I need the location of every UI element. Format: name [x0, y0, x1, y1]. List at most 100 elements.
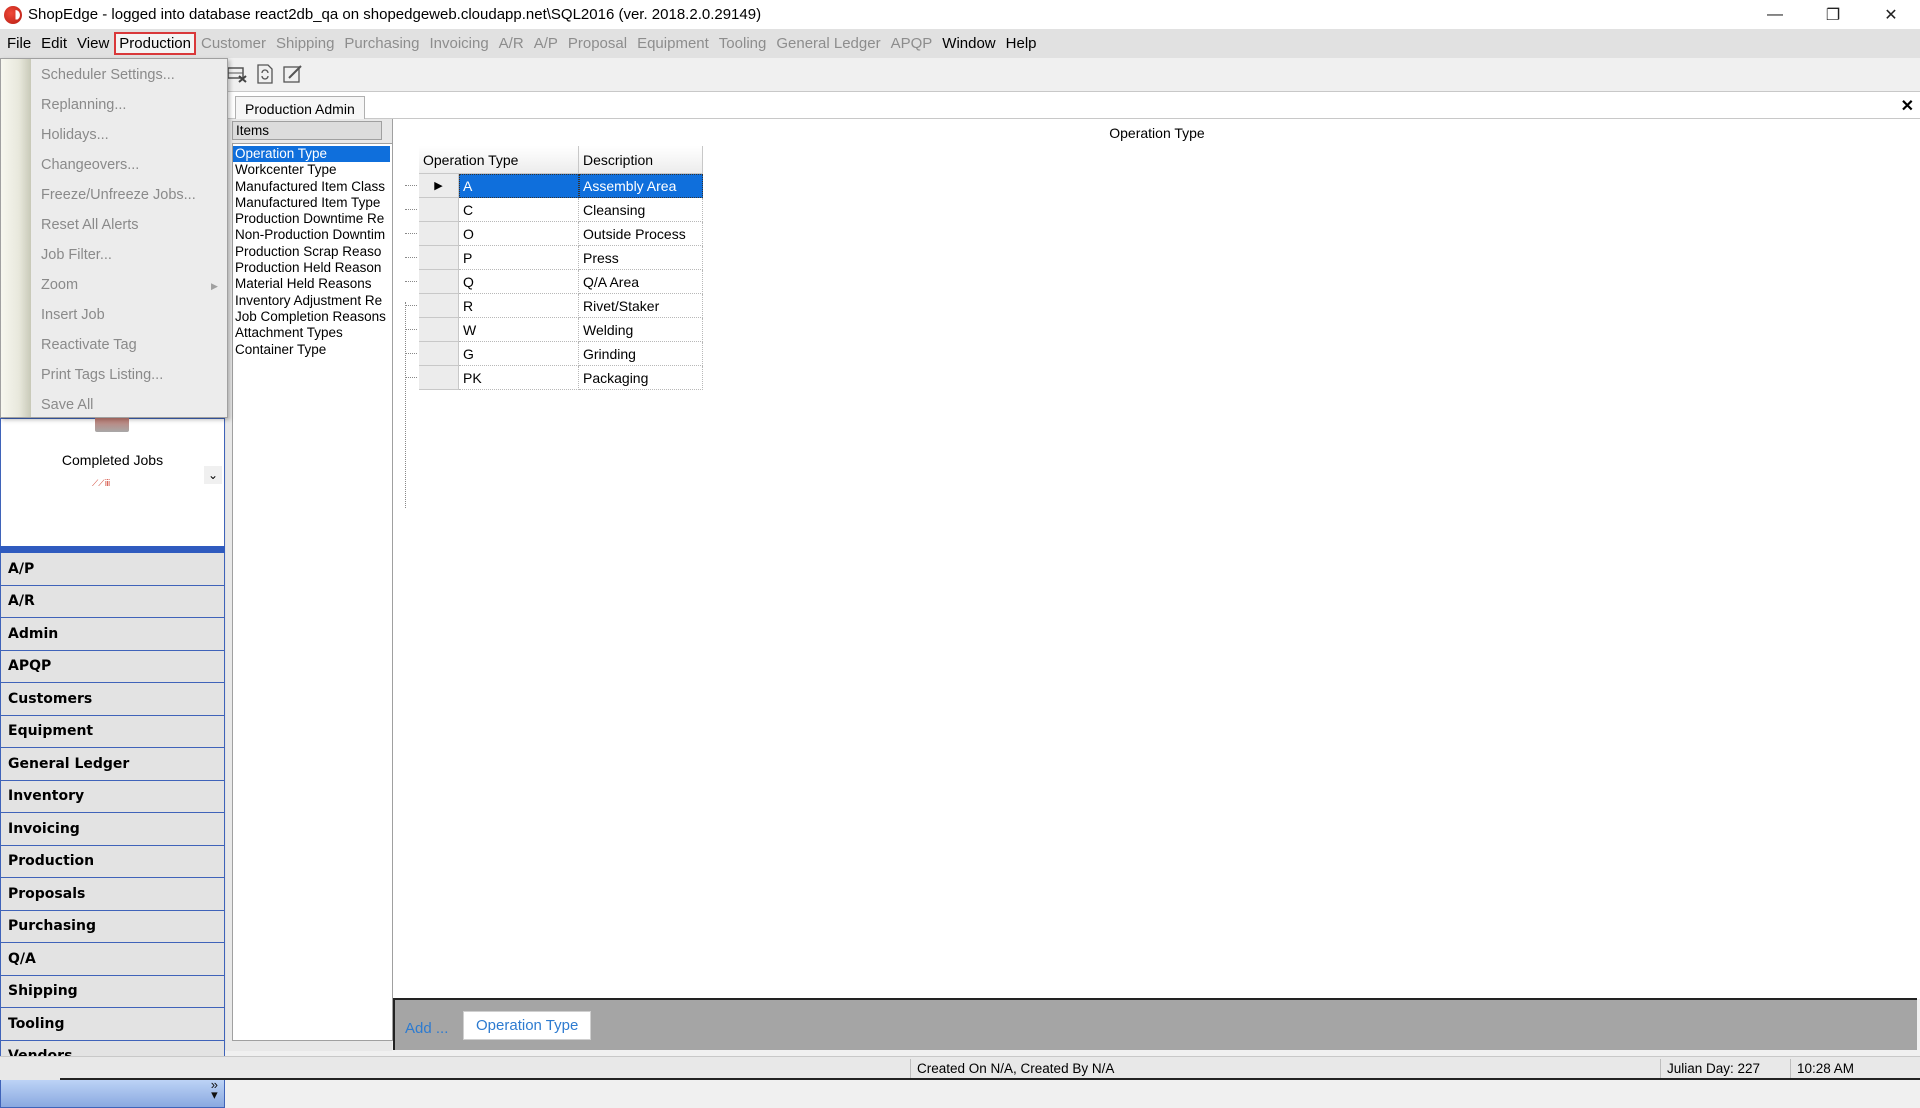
nav-button-apqp[interactable]: APQP: [0, 650, 225, 683]
table-row[interactable]: C Cleansing: [405, 198, 703, 222]
list-item[interactable]: Production Downtime Re: [233, 211, 390, 227]
list-item[interactable]: Attachment Types: [233, 325, 390, 341]
nav-button-customers[interactable]: Customers: [0, 683, 225, 716]
menu-file[interactable]: File: [2, 32, 36, 55]
menu-item-replanning[interactable]: Replanning...: [41, 97, 126, 113]
cell-operation-type[interactable]: A: [459, 174, 579, 198]
menu-window[interactable]: Window: [937, 32, 1000, 55]
tab-production-admin[interactable]: Production Admin: [235, 96, 365, 120]
cell-description[interactable]: Welding: [579, 318, 703, 342]
items-list[interactable]: Operation Type Workcenter Type Manufacture…: [232, 143, 393, 1041]
row-selector[interactable]: [419, 366, 459, 390]
cell-operation-type[interactable]: PK: [459, 366, 579, 390]
row-selector[interactable]: [419, 294, 459, 318]
list-item[interactable]: Manufactured Item Type: [233, 195, 390, 211]
menu-item-freeze-unfreeze-jobs[interactable]: Freeze/Unfreeze Jobs...: [41, 187, 196, 203]
nav-button-invoicing[interactable]: Invoicing: [0, 813, 225, 846]
menu-apqp[interactable]: APQP: [886, 32, 938, 55]
cell-operation-type[interactable]: R: [459, 294, 579, 318]
nav-button-shipping[interactable]: Shipping: [0, 975, 225, 1008]
grid-delete-icon[interactable]: [226, 63, 248, 85]
menu-item-reactivate-tag[interactable]: Reactivate Tag: [41, 337, 137, 353]
cell-description[interactable]: Cleansing: [579, 198, 703, 222]
completed-jobs-label[interactable]: Completed Jobs: [0, 452, 225, 468]
menu-customer[interactable]: Customer: [196, 32, 271, 55]
close-tab-icon[interactable]: ✕: [1901, 96, 1914, 116]
cell-operation-type[interactable]: W: [459, 318, 579, 342]
chevron-down-icon[interactable]: ⌄: [204, 466, 222, 484]
menu-item-scheduler-settings[interactable]: Scheduler Settings...: [41, 67, 175, 83]
table-row[interactable]: G Grinding: [405, 342, 703, 366]
nav-button-general-ledger[interactable]: General Ledger: [0, 748, 225, 781]
nav-pane-splitter[interactable]: [0, 546, 225, 553]
cell-operation-type[interactable]: P: [459, 246, 579, 270]
menu-view[interactable]: View: [72, 32, 114, 55]
cell-description[interactable]: Rivet/Staker: [579, 294, 703, 318]
list-item[interactable]: Inventory Adjustment Re: [233, 293, 390, 309]
table-row[interactable]: Q Q/A Area: [405, 270, 703, 294]
menu-item-job-filter[interactable]: Job Filter...: [41, 247, 112, 263]
close-window-button[interactable]: ✕: [1862, 0, 1920, 29]
nav-button-a-r[interactable]: A/R: [0, 585, 225, 618]
nav-button-inventory[interactable]: Inventory: [0, 780, 225, 813]
menu-tooling[interactable]: Tooling: [714, 32, 772, 55]
nav-button-production[interactable]: Production: [0, 845, 225, 878]
edit-document-icon[interactable]: [282, 63, 304, 85]
cell-description[interactable]: Outside Process: [579, 222, 703, 246]
add-link[interactable]: Add ...: [405, 1020, 448, 1037]
list-item[interactable]: Production Held Reason: [233, 260, 390, 276]
nav-button-admin[interactable]: Admin: [0, 618, 225, 651]
menu-proposal[interactable]: Proposal: [563, 32, 632, 55]
list-item[interactable]: Production Scrap Reaso: [233, 244, 390, 260]
menu-item-changeovers[interactable]: Changeovers...: [41, 157, 139, 173]
minimize-button[interactable]: —: [1746, 0, 1804, 29]
cell-operation-type[interactable]: Q: [459, 270, 579, 294]
row-selector[interactable]: [419, 342, 459, 366]
menu-shipping[interactable]: Shipping: [271, 32, 339, 55]
cell-operation-type[interactable]: O: [459, 222, 579, 246]
cell-operation-type[interactable]: C: [459, 198, 579, 222]
row-selector[interactable]: [419, 246, 459, 270]
nav-button-proposals[interactable]: Proposals: [0, 878, 225, 911]
row-selector[interactable]: [419, 318, 459, 342]
list-item[interactable]: Container Type: [233, 342, 390, 358]
list-item[interactable]: Material Held Reasons: [233, 276, 390, 292]
nav-button-equipment[interactable]: Equipment: [0, 715, 225, 748]
cell-description[interactable]: Q/A Area: [579, 270, 703, 294]
nav-button-a-p[interactable]: A/P: [0, 553, 225, 586]
refresh-document-icon[interactable]: [254, 63, 276, 85]
list-item[interactable]: Non-Production Downtim: [233, 227, 390, 243]
row-selector[interactable]: ▶: [419, 174, 459, 198]
table-row[interactable]: ▶ A Assembly Area: [405, 174, 703, 198]
list-item[interactable]: Job Completion Reasons: [233, 309, 390, 325]
menu-general-ledger[interactable]: General Ledger: [771, 32, 885, 55]
nav-button-tooling[interactable]: Tooling: [0, 1008, 225, 1041]
column-header-operation-type[interactable]: Operation Type: [419, 146, 579, 174]
list-item[interactable]: Manufactured Item Class: [233, 179, 390, 195]
table-row[interactable]: O Outside Process: [405, 222, 703, 246]
menu-item-reset-all-alerts[interactable]: Reset All Alerts: [41, 217, 139, 233]
column-header-description[interactable]: Description: [579, 146, 703, 174]
table-row[interactable]: PK Packaging: [405, 366, 703, 390]
menu-item-zoom[interactable]: Zoom: [41, 277, 78, 293]
table-row[interactable]: P Press: [405, 246, 703, 270]
menu-edit[interactable]: Edit: [36, 32, 72, 55]
row-selector[interactable]: [419, 270, 459, 294]
nav-button-purchasing[interactable]: Purchasing: [0, 910, 225, 943]
cell-operation-type[interactable]: G: [459, 342, 579, 366]
menu-equipment[interactable]: Equipment: [632, 32, 714, 55]
cell-description[interactable]: Grinding: [579, 342, 703, 366]
menu-a-r[interactable]: A/R: [494, 32, 529, 55]
list-item[interactable]: Workcenter Type: [233, 162, 390, 178]
row-selector[interactable]: [419, 222, 459, 246]
row-selector[interactable]: [419, 198, 459, 222]
menu-production[interactable]: Production: [114, 32, 196, 55]
double-chevron-icon[interactable]: » ▾: [211, 1078, 218, 1101]
list-item[interactable]: Operation Type: [233, 146, 390, 163]
menu-item-save-all[interactable]: Save All: [41, 397, 93, 413]
nav-button-q-a[interactable]: Q/A: [0, 943, 225, 976]
menu-help[interactable]: Help: [1001, 32, 1042, 55]
menu-item-print-tags-listing[interactable]: Print Tags Listing...: [41, 367, 163, 383]
menu-invoicing[interactable]: Invoicing: [424, 32, 493, 55]
menu-item-insert-job[interactable]: Insert Job: [41, 307, 105, 323]
